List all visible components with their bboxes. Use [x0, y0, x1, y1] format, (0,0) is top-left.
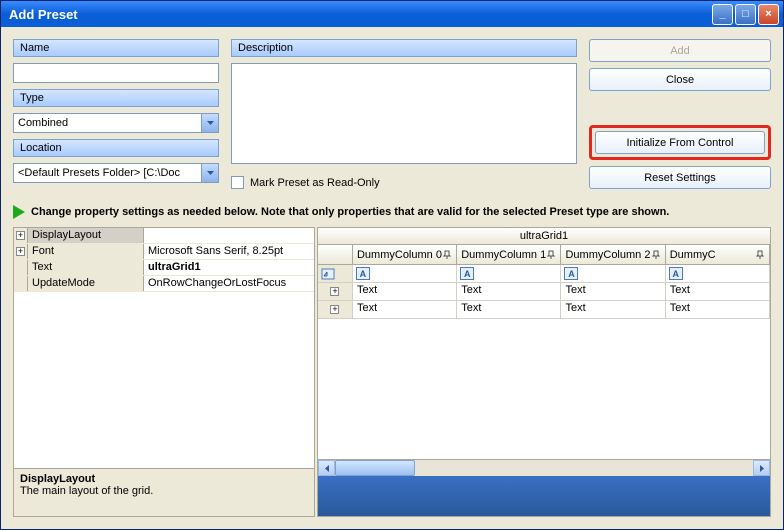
type-label: Type — [13, 89, 219, 107]
property-row[interactable]: UpdateModeOnRowChangeOrLostFocus — [14, 276, 314, 292]
grid-body: AAAA+TextTextTextText+TextTextTextText — [318, 265, 770, 459]
close-window-button[interactable]: × — [758, 4, 779, 25]
expand-icon — [14, 276, 28, 291]
table-row[interactable]: +TextTextTextText — [318, 301, 770, 319]
property-row[interactable]: +DisplayLayout — [14, 228, 314, 244]
close-button[interactable]: Close — [589, 68, 771, 91]
titlebar: Add Preset _ □ × — [1, 1, 783, 27]
grid-cell[interactable]: Text — [353, 301, 457, 318]
scroll-thumb[interactable] — [335, 460, 415, 476]
expand-icon[interactable]: + — [14, 244, 28, 259]
grid-cell[interactable]: Text — [561, 283, 665, 300]
grid-footer-area — [318, 476, 770, 516]
readonly-checkbox[interactable] — [231, 176, 244, 189]
property-desc-text: The main layout of the grid. — [20, 485, 308, 497]
grid-subheader: AAAA — [318, 265, 770, 283]
property-desc-title: DisplayLayout — [20, 473, 308, 485]
property-name: DisplayLayout — [28, 228, 144, 243]
location-combo-value: <Default Presets Folder> [C:\Doc — [14, 167, 201, 179]
grid-cell[interactable]: Text — [353, 283, 457, 300]
readonly-label: Mark Preset as Read-Only — [250, 177, 380, 189]
grid-cell[interactable]: Text — [457, 301, 561, 318]
sub-cell: A — [457, 265, 561, 282]
sub-cell: A — [353, 265, 457, 282]
column-header[interactable]: DummyC — [666, 245, 770, 264]
scroll-left-icon[interactable] — [318, 460, 335, 476]
property-value[interactable]: ultraGrid1 — [144, 260, 314, 275]
property-name: UpdateMode — [28, 276, 144, 291]
grid-header-expand — [318, 245, 353, 264]
text-type-icon: A — [564, 267, 578, 280]
scroll-right-icon[interactable] — [753, 460, 770, 476]
grid-preview: ultraGrid1 DummyColumn 0DummyColumn 1Dum… — [317, 227, 771, 517]
column-header[interactable]: DummyColumn 1 — [457, 245, 561, 264]
text-type-icon: A — [460, 267, 474, 280]
column-header[interactable]: DummyColumn 2 — [561, 245, 665, 264]
pin-icon[interactable] — [755, 250, 765, 260]
property-description: DisplayLayout The main layout of the gri… — [14, 468, 314, 516]
pin-icon[interactable] — [546, 250, 556, 260]
name-label: Name — [13, 39, 219, 57]
name-input[interactable] — [13, 63, 219, 83]
expand-row-icon[interactable]: + — [318, 283, 353, 300]
grid-cell[interactable]: Text — [666, 283, 770, 300]
property-name: Font — [28, 244, 144, 259]
grid-cell[interactable]: Text — [457, 283, 561, 300]
grid-title: ultraGrid1 — [318, 228, 770, 245]
reset-settings-button[interactable]: Reset Settings — [589, 166, 771, 189]
location-combo[interactable]: <Default Presets Folder> [C:\Doc — [13, 163, 219, 183]
property-value[interactable] — [144, 228, 314, 243]
play-icon — [13, 205, 25, 219]
add-preset-window: Add Preset _ □ × Name Type Combined Loca… — [0, 0, 784, 530]
initialize-highlight: Initialize From Control — [589, 125, 771, 160]
property-row[interactable]: TextultraGrid1 — [14, 260, 314, 276]
property-value[interactable]: Microsoft Sans Serif, 8.25pt — [144, 244, 314, 259]
chevron-down-icon — [201, 164, 218, 182]
row-selector-icon[interactable] — [318, 265, 353, 282]
window-title: Add Preset — [9, 7, 712, 22]
table-row[interactable]: +TextTextTextText — [318, 283, 770, 301]
expand-icon[interactable]: + — [14, 228, 28, 243]
property-grid: +DisplayLayout+FontMicrosoft Sans Serif,… — [13, 227, 315, 517]
add-button[interactable]: Add — [589, 39, 771, 62]
property-rows: +DisplayLayout+FontMicrosoft Sans Serif,… — [14, 228, 314, 468]
property-value[interactable]: OnRowChangeOrLostFocus — [144, 276, 314, 291]
text-type-icon: A — [669, 267, 683, 280]
expand-row-icon[interactable]: + — [318, 301, 353, 318]
initialize-from-control-button[interactable]: Initialize From Control — [595, 131, 765, 154]
info-text: Change property settings as needed below… — [31, 206, 669, 218]
description-input[interactable] — [231, 63, 577, 164]
sub-cell: A — [666, 265, 770, 282]
grid-cell[interactable]: Text — [666, 301, 770, 318]
property-name: Text — [28, 260, 144, 275]
location-label: Location — [13, 139, 219, 157]
grid-cell[interactable]: Text — [561, 301, 665, 318]
sub-cell: A — [561, 265, 665, 282]
minimize-button[interactable]: _ — [712, 4, 733, 25]
maximize-button[interactable]: □ — [735, 4, 756, 25]
pin-icon[interactable] — [442, 250, 452, 260]
text-type-icon: A — [356, 267, 370, 280]
type-combo[interactable]: Combined — [13, 113, 219, 133]
expand-icon — [14, 260, 28, 275]
horizontal-scrollbar[interactable] — [318, 459, 770, 476]
description-label: Description — [231, 39, 577, 57]
grid-column-headers: DummyColumn 0DummyColumn 1DummyColumn 2D… — [318, 245, 770, 265]
pin-icon[interactable] — [651, 250, 661, 260]
type-combo-value: Combined — [14, 117, 201, 129]
chevron-down-icon — [201, 114, 218, 132]
property-row[interactable]: +FontMicrosoft Sans Serif, 8.25pt — [14, 244, 314, 260]
scroll-track[interactable] — [335, 460, 753, 476]
column-header[interactable]: DummyColumn 0 — [353, 245, 457, 264]
